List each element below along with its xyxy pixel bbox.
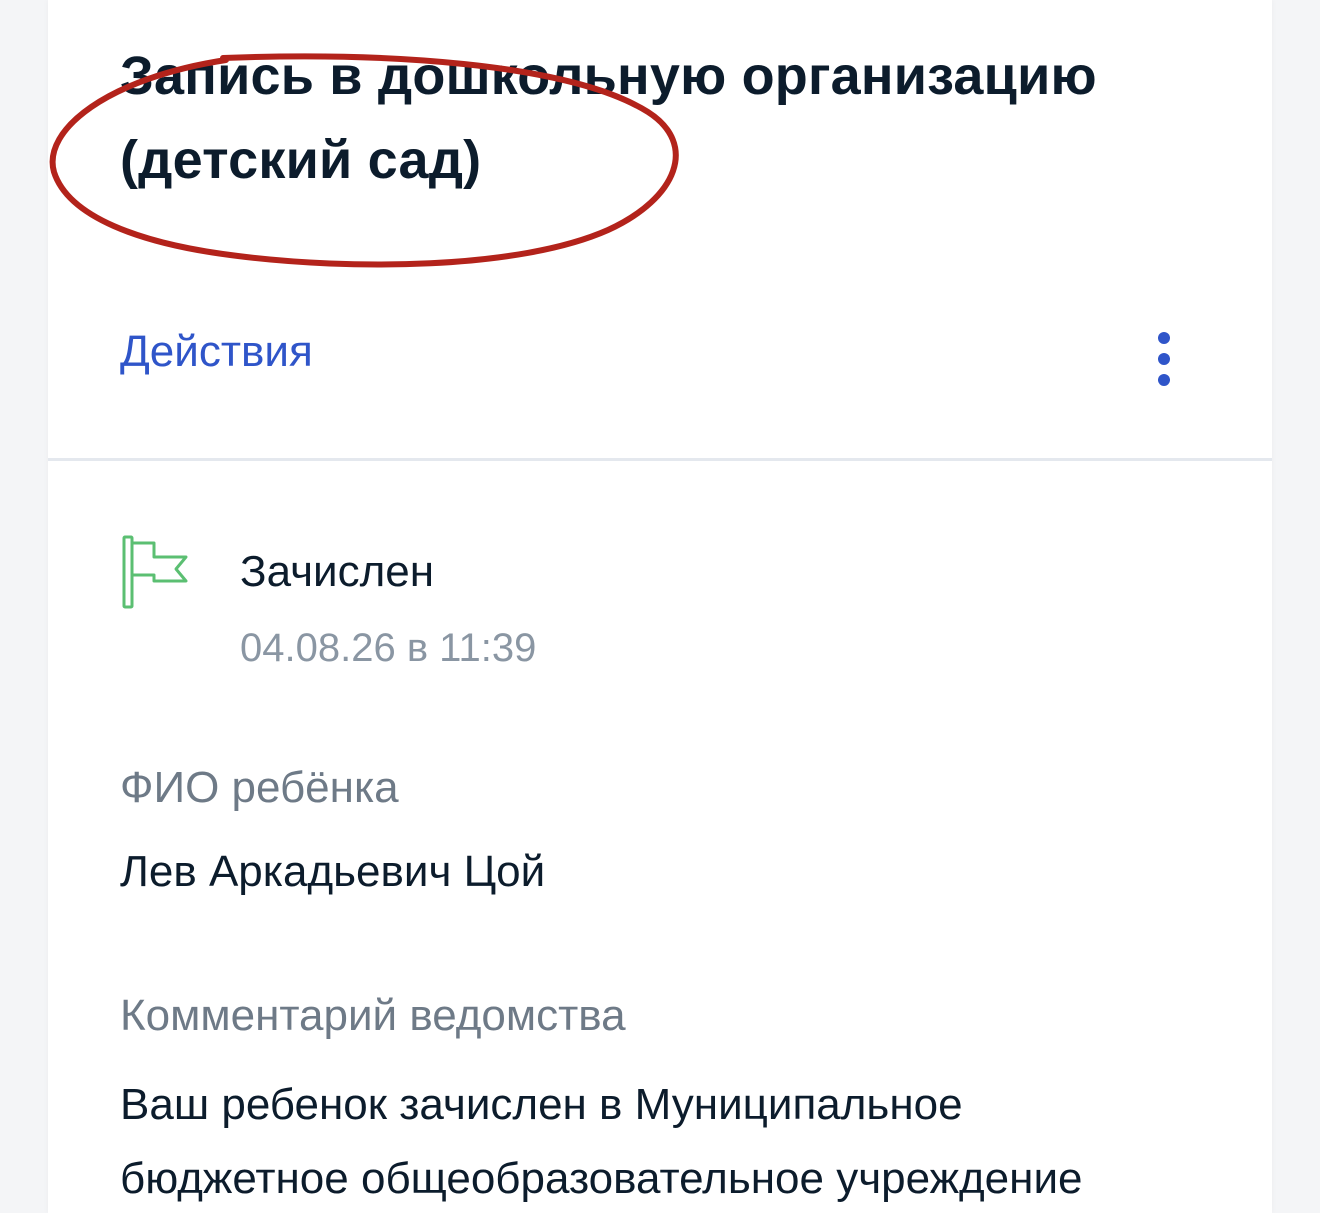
page-title-line2: (детский сад) — [120, 130, 482, 190]
comment-line2: бюджетное общеобразовательное учреждение — [120, 1154, 1083, 1203]
child-name-value: Лев Аркадьевич Цой — [120, 847, 546, 896]
status-label: Зачислен — [240, 547, 435, 596]
page-title: Запись в дошкольную организацию (детский… — [120, 34, 1220, 202]
page-title-line1: Запись в дошкольную организацию — [120, 46, 1097, 106]
actions-row: Действия — [48, 310, 1272, 400]
actions-link[interactable]: Действия — [120, 324, 313, 380]
application-card: Запись в дошкольную организацию (детский… — [48, 0, 1272, 1213]
comment-text: Ваш ребенок зачислен в Муниципальное бюд… — [120, 1068, 1240, 1213]
status-date: 04.08.26 в 11:39 — [240, 626, 537, 670]
more-vertical-icon — [1158, 332, 1170, 386]
comment-line1: Ваш ребенок зачислен в Муниципальное — [120, 1080, 963, 1129]
comment-label: Комментарий ведомства — [120, 991, 626, 1040]
child-name-label: ФИО ребёнка — [120, 763, 399, 812]
flag-icon — [122, 535, 188, 609]
section-divider — [48, 458, 1272, 461]
more-options-button[interactable] — [1138, 320, 1190, 392]
